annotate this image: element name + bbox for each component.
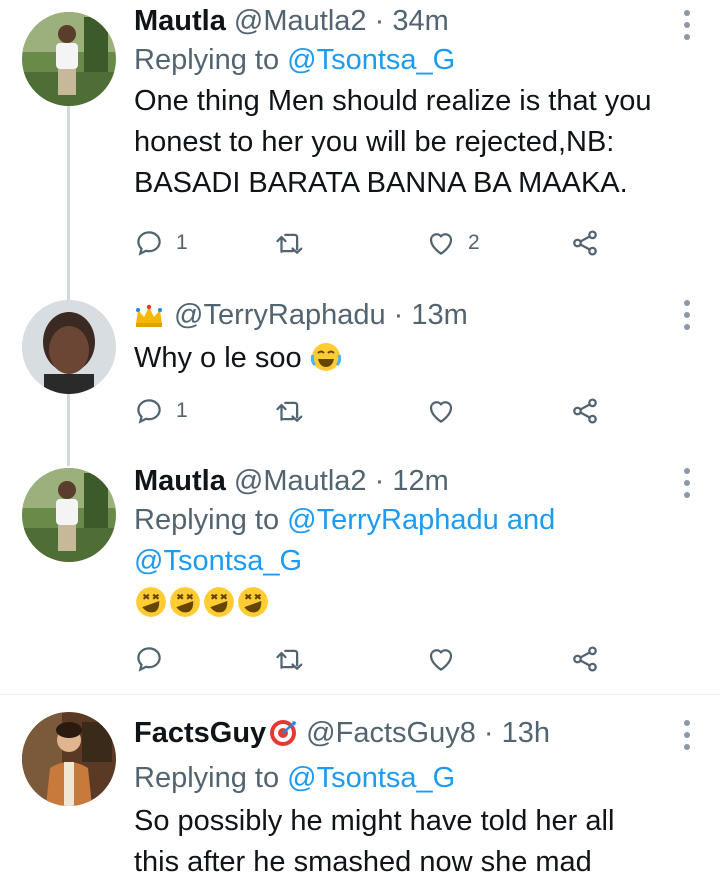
timestamp[interactable]: 13m [411, 299, 467, 331]
tweet-text-line: One thing Men should realize is that you [134, 85, 652, 117]
like-icon [429, 649, 453, 671]
avatar[interactable] [22, 712, 116, 806]
reply-icon [137, 399, 161, 424]
more-icon[interactable] [682, 8, 692, 42]
tweet-header: Mautla @Mautla2 · 12m [134, 462, 680, 500]
tweet-terryraphadu[interactable]: @TerryRaphadu · 13m Why o le soo 1 [0, 290, 720, 440]
rolling-laughing-emoji [134, 585, 168, 631]
mention-link[interactable]: @TerryRaphadu [287, 504, 499, 536]
share-button[interactable] [570, 394, 600, 428]
replying-label: Replying to [134, 504, 280, 536]
thread-divider [0, 694, 720, 695]
like-icon [429, 401, 453, 423]
tweet-header: FactsGuy @FactsGuy8 · 13h [134, 714, 680, 758]
action-bar: 1 2 [134, 226, 614, 260]
separator: · [483, 717, 494, 749]
mention-link[interactable]: @Tsontsa_G [287, 762, 455, 794]
tweet-mautla-2[interactable]: Mautla @Mautla2 · 12m Replying to @Terry… [0, 456, 720, 686]
separator: · [374, 5, 385, 37]
display-name[interactable]: Mautla [134, 5, 226, 37]
more-icon[interactable] [682, 298, 692, 332]
tweet-text [134, 584, 680, 631]
tweet-text: So possibly he might have told her all t… [134, 801, 680, 883]
tweet-text: Why o le soo [134, 338, 680, 385]
tweet-text-line: BASADI BARATA BANNA BA MAAKA. [134, 167, 628, 199]
crown-emoji [134, 300, 164, 338]
retweet-button[interactable] [274, 394, 304, 428]
tweet-text: One thing Men should realize is that you… [134, 81, 680, 204]
target-emoji [268, 718, 298, 758]
timestamp[interactable]: 12m [392, 465, 448, 497]
more-icon[interactable] [682, 466, 692, 500]
replying-to: Replying to @Tsontsa_G [134, 40, 680, 81]
reply-button[interactable]: 1 [134, 394, 188, 428]
replying-to: Replying to @Tsontsa_G [134, 758, 680, 799]
like-button[interactable] [426, 642, 456, 676]
reply-icon [137, 647, 161, 672]
replying-to-line2: @Tsontsa_G [134, 541, 680, 582]
replying-label: Replying to [134, 44, 280, 76]
username[interactable]: @Mautla2 [234, 5, 367, 37]
replying-label: Replying to [134, 762, 280, 794]
separator: · [393, 299, 404, 331]
action-bar: 1 [134, 394, 614, 428]
retweet-button[interactable] [274, 226, 304, 260]
username[interactable]: @TerryRaphadu [174, 299, 386, 331]
tweet-text-line: honest to her you will be rejected,NB: [134, 126, 615, 158]
share-button[interactable] [570, 226, 600, 260]
share-button[interactable] [570, 642, 600, 676]
retweet-icon [276, 401, 303, 422]
like-count: 2 [468, 231, 480, 254]
like-icon [429, 233, 453, 255]
share-icon [573, 230, 597, 256]
more-icon[interactable] [682, 718, 692, 752]
tweet-mautla-1[interactable]: Mautla @Mautla2 · 34m Replying to @Tsont… [0, 0, 720, 270]
username[interactable]: @FactsGuy8 [306, 717, 476, 749]
tweet-header: Mautla @Mautla2 · 34m [134, 2, 680, 40]
action-bar [134, 642, 614, 676]
timestamp[interactable]: 34m [392, 5, 448, 37]
laughing-emoji [310, 341, 342, 385]
display-name[interactable]: Mautla [134, 465, 226, 497]
like-button[interactable]: 2 [426, 226, 480, 260]
reply-count: 1 [176, 231, 188, 254]
tweet-text-line: So possibly he might have told her all [134, 805, 615, 837]
rolling-laughing-emoji [236, 585, 270, 631]
retweet-icon [276, 233, 303, 254]
reply-count: 1 [176, 399, 188, 422]
tweet-text-line: this after he smashed now she mad [134, 846, 592, 878]
mention-link[interactable]: @Tsontsa_G [134, 545, 302, 577]
username[interactable]: @Mautla2 [234, 465, 367, 497]
rolling-laughing-emoji [202, 585, 236, 631]
tweet-header: @TerryRaphadu · 13m [134, 296, 680, 338]
reply-button[interactable]: 1 [134, 226, 188, 260]
reply-icon [137, 231, 161, 256]
display-name[interactable]: FactsGuy [134, 717, 266, 749]
like-button[interactable] [426, 394, 456, 428]
avatar[interactable] [22, 468, 116, 562]
avatar[interactable] [22, 12, 116, 106]
share-icon [573, 646, 597, 672]
mention-link[interactable]: @Tsontsa_G [287, 44, 455, 76]
share-icon [573, 398, 597, 424]
retweet-button[interactable] [274, 642, 304, 676]
reply-button[interactable] [134, 642, 164, 676]
avatar[interactable] [22, 300, 116, 394]
tweet-text-content: Why o le soo [134, 342, 302, 374]
timestamp[interactable]: 13h [502, 717, 550, 749]
separator: · [374, 465, 385, 497]
replying-and: and [506, 504, 556, 536]
tweet-factsguy[interactable]: FactsGuy @FactsGuy8 · 13h Replying to @Ts… [0, 700, 720, 878]
rolling-laughing-emoji [168, 585, 202, 631]
replying-to: Replying to @TerryRaphadu and [134, 500, 680, 541]
retweet-icon [276, 649, 303, 670]
